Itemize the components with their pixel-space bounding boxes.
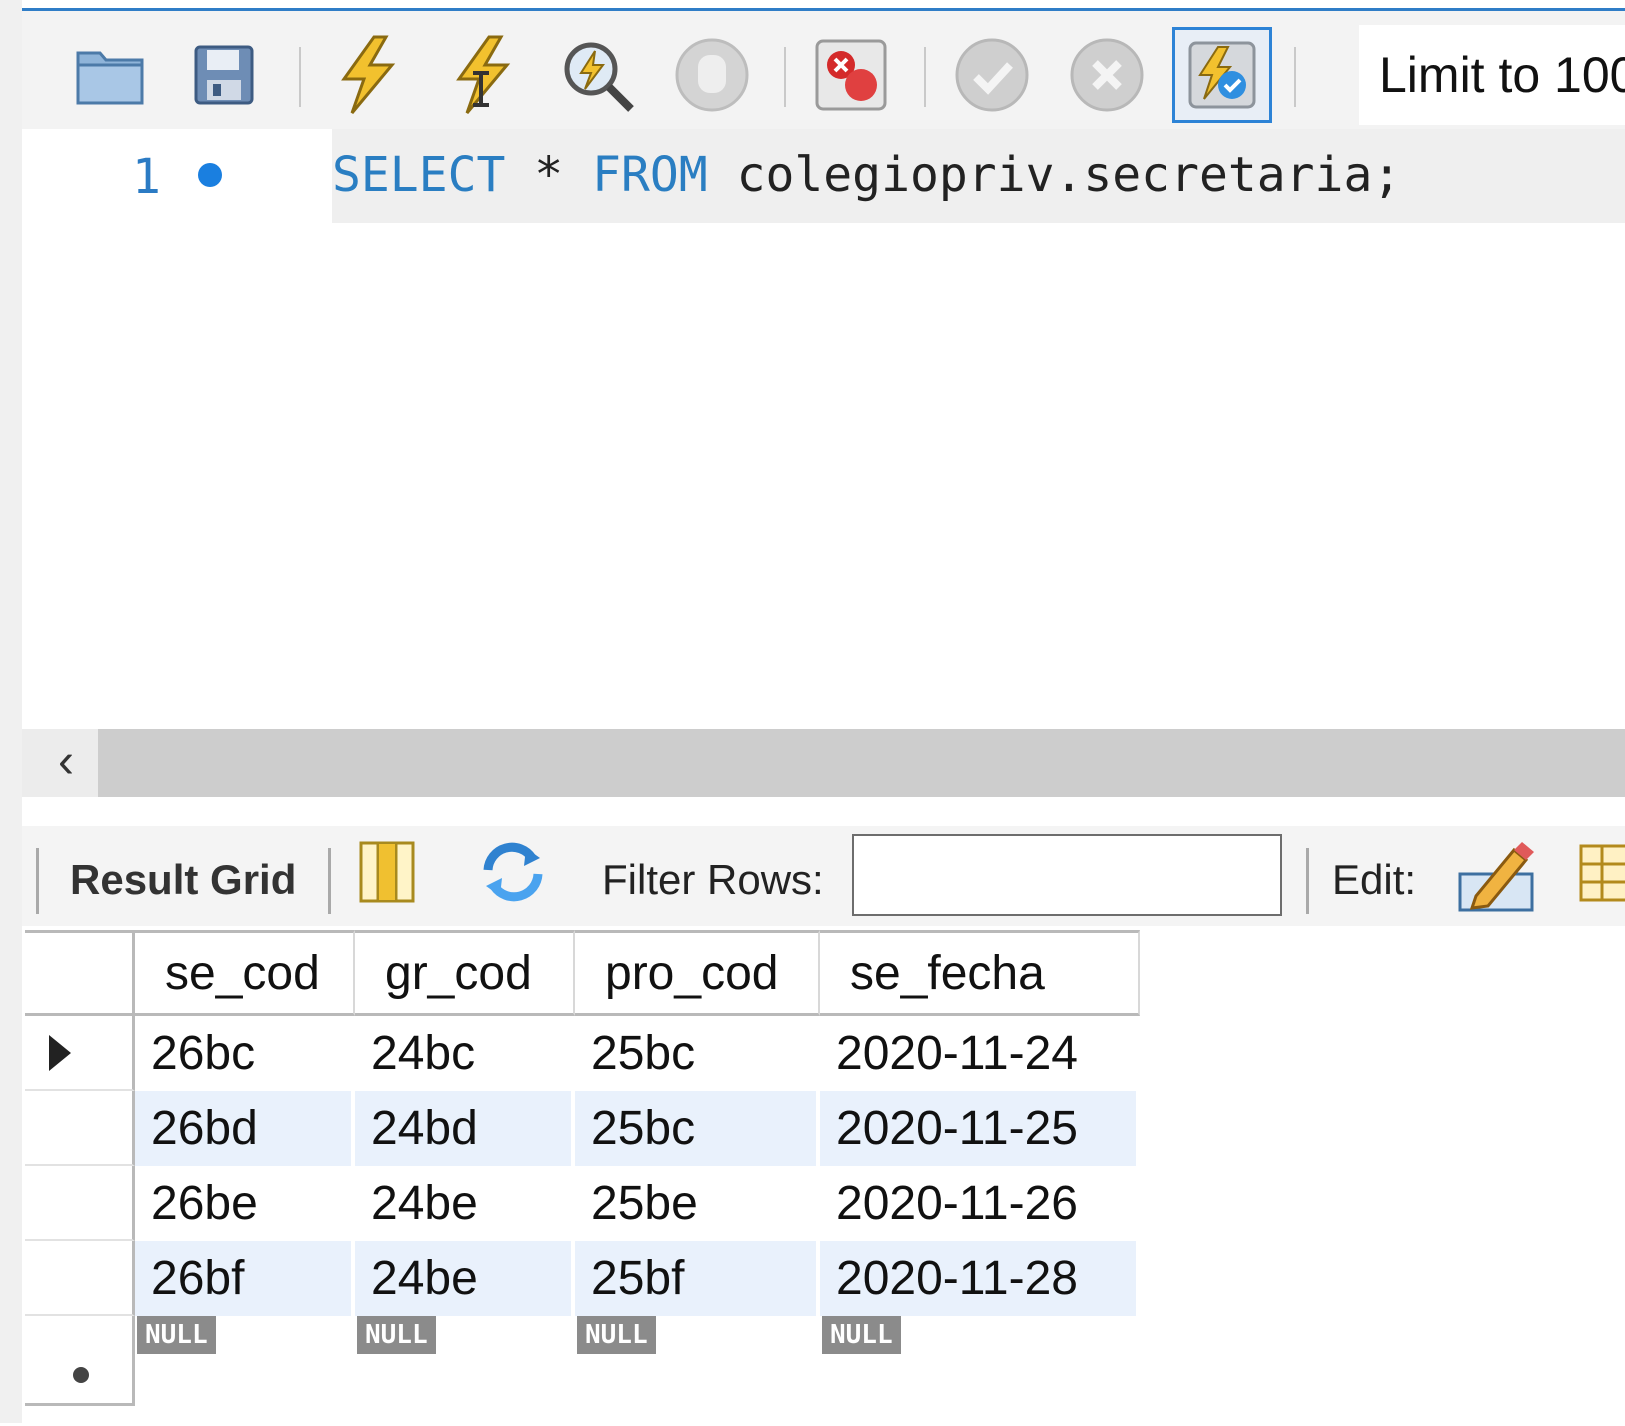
autocommit-icon bbox=[1188, 41, 1256, 109]
limit-rows-label: Limit to 100 bbox=[1379, 47, 1625, 103]
table-insert-icon bbox=[1579, 844, 1625, 902]
refresh-button[interactable] bbox=[478, 840, 548, 909]
scroll-left-arrow-icon[interactable]: ‹ bbox=[36, 737, 96, 787]
sql-keyword-from: FROM bbox=[592, 147, 708, 203]
editor-horizontal-scrollbar[interactable]: ‹ bbox=[22, 729, 1625, 797]
explain-button[interactable] bbox=[555, 33, 639, 117]
hand-stop-icon bbox=[675, 38, 749, 112]
pencil-icon bbox=[1458, 842, 1534, 912]
error-stop-icon bbox=[815, 39, 887, 111]
stop-button[interactable] bbox=[670, 33, 754, 117]
edit-label: Edit: bbox=[1332, 856, 1417, 903]
table-cell[interactable]: 26bc bbox=[135, 1016, 355, 1091]
sql-code-line[interactable]: SELECT * FROM colegiopriv.secretaria; bbox=[332, 147, 1401, 203]
row-header[interactable] bbox=[25, 1091, 135, 1166]
execute-current-button[interactable] bbox=[440, 33, 524, 117]
null-badge[interactable]: NULL bbox=[822, 1316, 901, 1354]
save-file-button[interactable] bbox=[182, 33, 266, 117]
row-header[interactable] bbox=[25, 1241, 135, 1316]
table-cell[interactable]: 26bd bbox=[135, 1091, 355, 1166]
columns-icon bbox=[359, 841, 415, 903]
commit-button[interactable] bbox=[950, 33, 1034, 117]
lightning-cursor-icon bbox=[456, 35, 511, 114]
autocommit-button[interactable] bbox=[1172, 27, 1272, 123]
sql-star: * bbox=[505, 147, 593, 203]
column-header-se_cod[interactable]: se_cod bbox=[135, 930, 355, 1016]
null-badge[interactable]: NULL bbox=[137, 1316, 216, 1354]
folder-icon bbox=[76, 51, 144, 105]
toolbar-separator bbox=[1306, 848, 1309, 914]
row-header[interactable] bbox=[25, 1016, 135, 1091]
statement-marker-icon bbox=[198, 163, 222, 187]
table-cell[interactable]: 26be bbox=[135, 1166, 355, 1241]
table-cell[interactable]: 25bc bbox=[575, 1016, 820, 1091]
toolbar-separator bbox=[1294, 47, 1296, 107]
toolbar-separator bbox=[299, 47, 301, 107]
sql-editor-toolbar: Limit to 100 bbox=[22, 11, 1625, 129]
new-row-header[interactable] bbox=[25, 1316, 135, 1406]
toggle-continue-on-error-button[interactable] bbox=[809, 33, 893, 117]
sql-editor[interactable]: 1 SELECT * FROM colegiopriv.secretaria; bbox=[22, 129, 1625, 729]
x-circle-icon bbox=[1070, 38, 1144, 112]
lightning-icon bbox=[341, 35, 396, 114]
magnifier-lightning-icon bbox=[564, 42, 634, 112]
filter-rows-input[interactable] bbox=[852, 834, 1282, 916]
table-cell[interactable]: 24bd bbox=[355, 1091, 575, 1166]
toolbar-separator bbox=[784, 47, 786, 107]
table-cell[interactable]: 24bc bbox=[355, 1016, 575, 1091]
column-header-pro_cod[interactable]: pro_cod bbox=[575, 930, 820, 1016]
execute-all-button[interactable] bbox=[325, 33, 409, 117]
table-cell[interactable]: 2020-11-24 bbox=[820, 1016, 1140, 1091]
null-badge[interactable]: NULL bbox=[357, 1316, 436, 1354]
check-icon bbox=[955, 38, 1029, 112]
toolbar-separator bbox=[36, 848, 39, 914]
null-badge[interactable]: NULL bbox=[577, 1316, 656, 1354]
column-layout-button[interactable] bbox=[358, 840, 416, 909]
limit-rows-select[interactable]: Limit to 100 bbox=[1359, 25, 1625, 125]
refresh-icon bbox=[483, 842, 543, 902]
table-cell[interactable]: 26bf bbox=[135, 1241, 355, 1316]
table-cell[interactable]: 2020-11-28 bbox=[820, 1241, 1140, 1316]
table-cell[interactable]: 24be bbox=[355, 1166, 575, 1241]
column-header-gr_cod[interactable]: gr_cod bbox=[355, 930, 575, 1016]
edit-current-row-button[interactable] bbox=[1456, 840, 1536, 919]
rollback-button[interactable] bbox=[1065, 33, 1149, 117]
toolbar-separator bbox=[924, 47, 926, 107]
insert-row-button[interactable] bbox=[1578, 840, 1625, 909]
table-cell[interactable]: 25be bbox=[575, 1166, 820, 1241]
line-number: 1 bbox=[132, 149, 161, 205]
floppy-disk-icon bbox=[194, 45, 254, 105]
column-header-se_fecha[interactable]: se_fecha bbox=[820, 930, 1140, 1016]
sql-table-name: colegiopriv.secretaria; bbox=[707, 147, 1402, 203]
grid-corner bbox=[25, 930, 135, 1016]
result-grid-tab[interactable]: Result Grid bbox=[70, 856, 296, 904]
table-cell[interactable]: 25bf bbox=[575, 1241, 820, 1316]
open-file-button[interactable] bbox=[68, 33, 152, 117]
toolbar-separator bbox=[328, 848, 331, 914]
sql-keyword-select: SELECT bbox=[332, 147, 506, 203]
scrollbar-thumb[interactable] bbox=[98, 729, 1625, 797]
current-row-arrow-icon bbox=[49, 1034, 71, 1071]
table-cell[interactable]: 25bc bbox=[575, 1091, 820, 1166]
table-cell[interactable]: 24be bbox=[355, 1241, 575, 1316]
table-cell[interactable]: 2020-11-25 bbox=[820, 1091, 1140, 1166]
left-gutter bbox=[0, 0, 22, 1423]
table-cell[interactable]: 2020-11-26 bbox=[820, 1166, 1140, 1241]
new-row-marker-icon bbox=[73, 1366, 89, 1383]
filter-rows-label: Filter Rows: bbox=[602, 856, 824, 903]
result-toolbar: Result Grid Filter Rows: Edit: bbox=[22, 826, 1625, 926]
row-header[interactable] bbox=[25, 1166, 135, 1241]
